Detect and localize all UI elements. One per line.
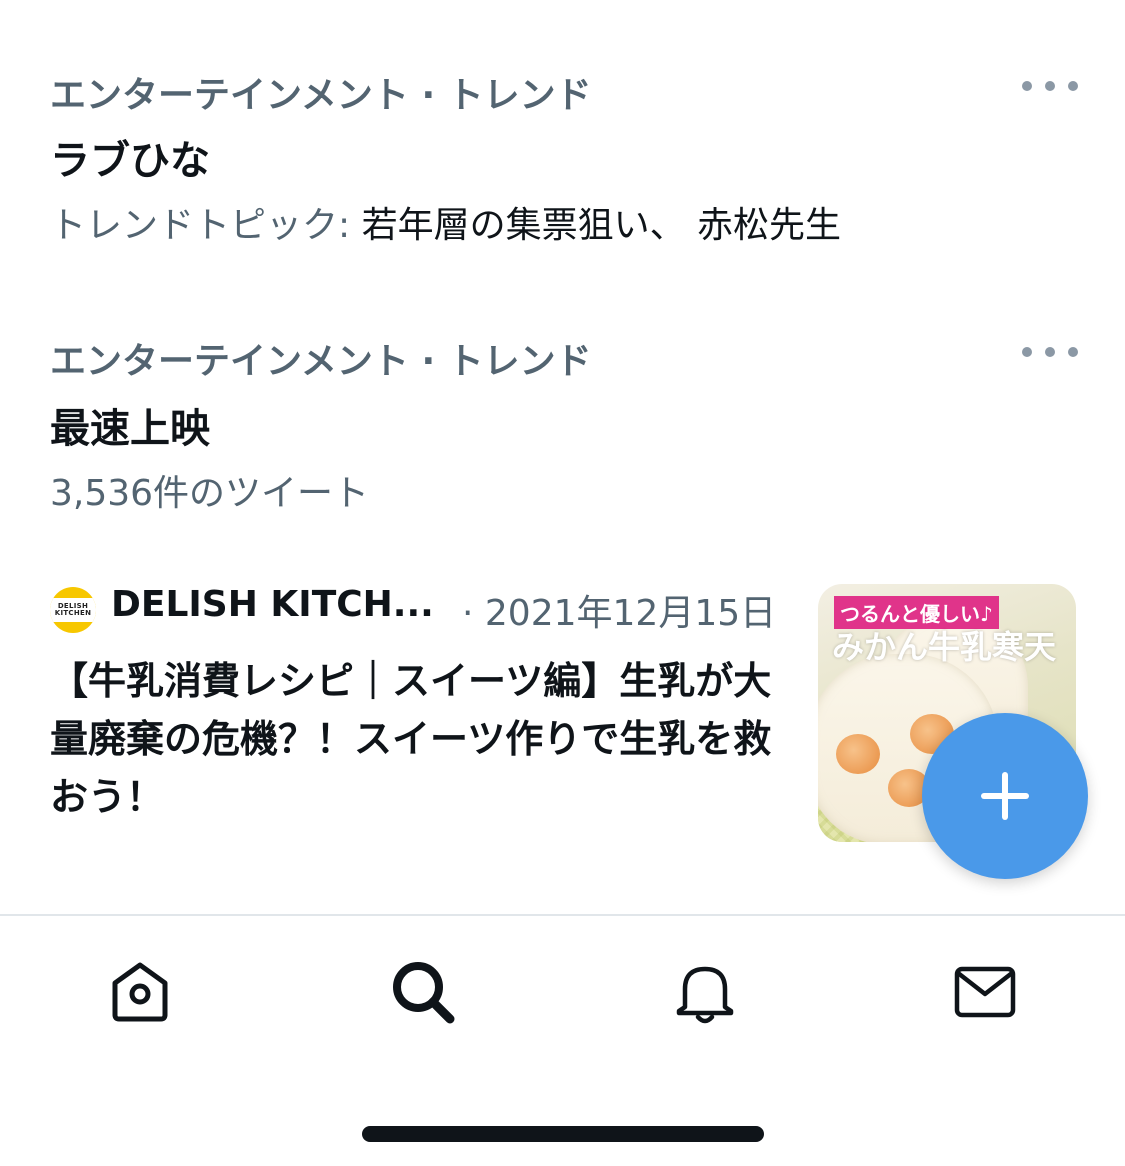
- trend-tweet-count: 3,536件のツイート: [50, 473, 370, 514]
- home-icon: [112, 962, 168, 1022]
- trend-category: エンターテインメント · トレンド: [50, 75, 592, 116]
- tab-notifications[interactable]: [670, 957, 740, 1027]
- more-dots-icon[interactable]: [1022, 75, 1078, 97]
- trend-name: 最速上映: [50, 406, 210, 452]
- news-source-name: DELISH KITCH...: [111, 584, 434, 625]
- trend-topics-values: 若年層の集票狙い、 赤松先生: [361, 205, 842, 246]
- trend-category: エンターテインメント · トレンド: [50, 341, 592, 382]
- tab-home[interactable]: [105, 957, 175, 1027]
- trend-topics-prefix: トレンドトピック:: [50, 205, 362, 246]
- mail-icon: [954, 966, 1016, 1018]
- trend-topics: トレンドトピック: 若年層の集票狙い、 赤松先生: [50, 196, 841, 248]
- bell-icon: [676, 966, 734, 1024]
- avatar-text-line2: KITCHEN: [54, 609, 92, 617]
- thumbnail-title: みかん牛乳寒天: [832, 628, 1057, 666]
- compose-button[interactable]: [922, 713, 1088, 879]
- tab-bar-divider: [0, 914, 1125, 916]
- search-icon: [393, 962, 455, 1024]
- news-date: · 2021年12月15日: [462, 593, 777, 634]
- source-avatar: DELISH KITCHEN: [50, 587, 96, 633]
- trend-item[interactable]: エンターテインメント · トレンド ラブひな トレンドトピック: 若年層の集票狙…: [0, 0, 1125, 270]
- more-dots-icon[interactable]: [1022, 341, 1078, 363]
- plus-icon: [981, 772, 1029, 820]
- thumbnail-orange: [836, 734, 880, 774]
- tab-messages[interactable]: [950, 957, 1020, 1027]
- trend-name: ラブひな: [50, 138, 210, 184]
- home-indicator[interactable]: [362, 1126, 764, 1142]
- tab-search[interactable]: [388, 957, 458, 1027]
- news-headline: 【牛乳消費レシピ｜スイーツ編】生乳が大量廃棄の危機？！スイーツ作りで生乳を救おう…: [50, 659, 772, 819]
